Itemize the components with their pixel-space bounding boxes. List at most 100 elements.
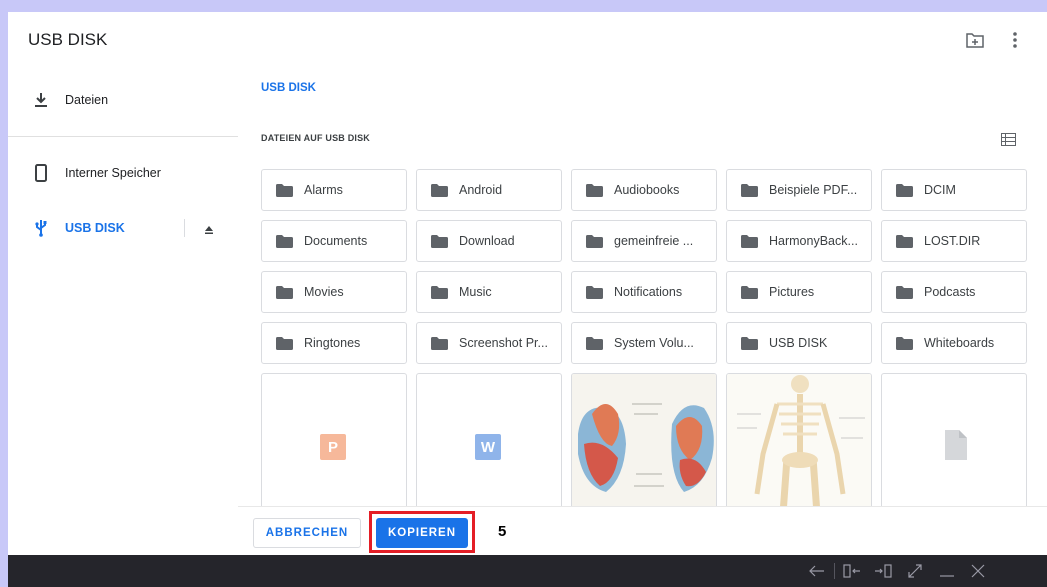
folder-icon [741,337,758,350]
folder-item[interactable]: LOST.DIR [881,220,1027,262]
folder-item[interactable]: DCIM [881,169,1027,211]
copy-button[interactable]: KOPIEREN [376,518,468,548]
folder-name: Screenshot Pr... [459,336,548,350]
folder-name: Music [459,285,492,299]
minimize-icon[interactable] [938,562,956,580]
download-icon [32,91,50,109]
folder-icon [586,337,603,350]
folder-name: Podcasts [924,285,976,299]
folder-name: gemeinfreie ... [614,234,694,248]
file-thumbnail-generic[interactable] [881,373,1027,513]
folder-icon [896,337,913,350]
folder-item[interactable]: Notifications [571,271,717,313]
folder-icon [276,184,293,197]
sidebar-item-label: Dateien [65,93,109,107]
dock-left-icon[interactable] [843,562,861,580]
back-arrow-icon[interactable] [808,562,826,580]
folder-icon [741,184,758,197]
system-bar [8,555,1047,587]
breadcrumb[interactable]: USB DISK [261,82,316,94]
more-vert-icon[interactable] [1003,28,1027,52]
sidebar-item-label: Interner Speicher [65,166,161,180]
folder-icon [276,235,293,248]
folder-item[interactable]: USB DISK [726,322,872,364]
list-view-icon[interactable] [1001,133,1016,151]
usb-icon [32,219,50,237]
folder-item[interactable]: Screenshot Pr... [416,322,562,364]
folder-name: Notifications [614,285,683,299]
sidebar-item-internal-storage[interactable]: Interner Speicher [8,155,238,191]
powerpoint-icon: P [320,434,346,460]
file-picker-window: USB DISK Dateien Interner Speicher USB D… [8,12,1047,555]
action-bar: ABBRECHEN KOPIEREN 5 [238,506,1047,555]
folder-name: Audiobooks [614,183,680,197]
folder-item[interactable]: Music [416,271,562,313]
file-thumbnail-powerpoint[interactable]: P [261,373,407,513]
folder-name: Alarms [304,183,343,197]
cancel-button[interactable]: ABBRECHEN [253,518,361,548]
folder-icon [431,235,448,248]
file-thumbnail-skeleton-image[interactable] [726,373,872,513]
folder-item[interactable]: System Volu... [571,322,717,364]
folder-icon [276,286,293,299]
skeleton-diagram-image [727,374,871,512]
file-thumbnail-heart-image[interactable] [571,373,717,513]
file-thumbnail-word[interactable]: W [416,373,562,513]
file-icon [945,430,967,460]
folder-name: Android [459,183,503,197]
folder-item[interactable]: Audiobooks [571,169,717,211]
folder-name: USB DISK [769,336,828,350]
folder-item[interactable]: Whiteboards [881,322,1027,364]
sidebar-separator [184,219,185,237]
system-separator [834,563,835,579]
window-title: USB DISK [28,30,108,49]
folder-icon [741,286,758,299]
folder-item[interactable]: Alarms [261,169,407,211]
folder-name: Whiteboards [924,336,995,350]
folder-icon [586,184,603,197]
folder-icon [896,184,913,197]
folder-name: Download [459,234,515,248]
folder-item[interactable]: gemeinfreie ... [571,220,717,262]
sidebar-item-label: USB DISK [65,221,125,235]
folder-icon [431,184,448,197]
folder-icon [586,286,603,299]
folder-icon [896,286,913,299]
sidebar-item-usb-disk[interactable]: USB DISK [8,210,238,246]
folder-item[interactable]: Documents [261,220,407,262]
folder-name: Movies [304,285,344,299]
eject-icon[interactable] [204,222,214,240]
maximize-icon[interactable] [906,562,924,580]
heart-diagram-image [572,374,716,512]
folder-item[interactable]: Beispiele PDF... [726,169,872,211]
folder-item[interactable]: Android [416,169,562,211]
folder-name: HarmonyBack... [769,234,858,248]
folder-icon [276,337,293,350]
phone-icon [32,164,50,182]
folder-name: System Volu... [614,336,694,350]
folder-name: Beispiele PDF... [769,183,858,197]
folder-icon [741,235,758,248]
folder-icon [431,286,448,299]
folder-icon [586,235,603,248]
sidebar-divider [8,136,238,137]
dock-right-icon[interactable] [874,562,892,580]
step-number: 5 [498,523,507,540]
folder-name: DCIM [924,183,956,197]
folder-icon [431,337,448,350]
folder-item[interactable]: HarmonyBack... [726,220,872,262]
folder-name: Pictures [769,285,815,299]
folder-item[interactable]: Ringtones [261,322,407,364]
folder-item[interactable]: Download [416,220,562,262]
sidebar-item-dateien[interactable]: Dateien [8,82,238,118]
close-icon[interactable] [969,562,987,580]
folder-name: LOST.DIR [924,234,981,248]
folder-icon [896,235,913,248]
folder-item[interactable]: Pictures [726,271,872,313]
folder-item[interactable]: Movies [261,271,407,313]
new-folder-icon[interactable] [963,28,987,52]
folder-name: Documents [304,234,368,248]
folder-item[interactable]: Podcasts [881,271,1027,313]
word-icon: W [475,434,501,460]
folder-name: Ringtones [304,336,361,350]
